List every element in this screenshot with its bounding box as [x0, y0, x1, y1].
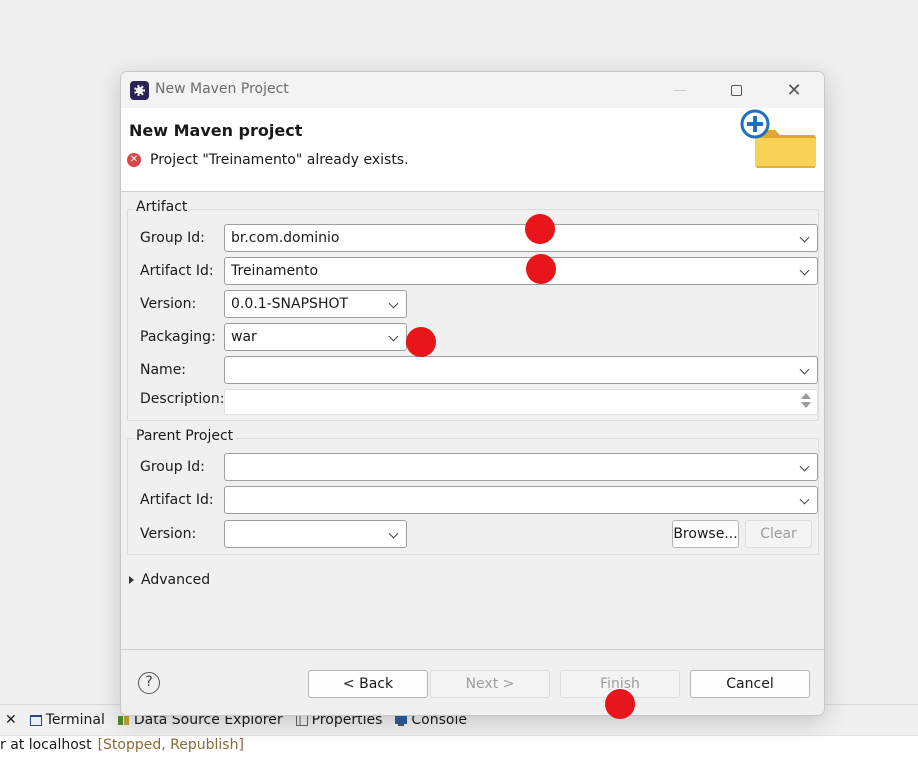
error-message: Project "Treinamento" already exists. [150, 152, 409, 168]
artifact-id-label: Artifact Id: [140, 263, 214, 279]
chevron-down-icon [799, 265, 810, 276]
chevron-down-icon [799, 232, 810, 243]
parent-version-combo[interactable] [224, 520, 407, 548]
server-name: r at localhost [0, 737, 92, 753]
eclipse-icon [130, 81, 149, 100]
next-button: Next > [430, 670, 550, 698]
maximize-button[interactable] [713, 72, 759, 108]
chevron-down-icon [388, 331, 399, 342]
advanced-expander[interactable]: Advanced [129, 572, 210, 588]
minimize-icon [674, 89, 686, 91]
annotation-marker [525, 214, 555, 244]
back-button[interactable]: < Back [308, 670, 428, 698]
annotation-marker [526, 254, 556, 284]
scroll-up-icon [801, 393, 811, 399]
chevron-down-icon [799, 461, 810, 472]
artifact-id-value: Treinamento [231, 263, 319, 279]
tab-terminal-label: Terminal [45, 712, 105, 728]
title-bar[interactable]: New Maven Project ✕ [121, 72, 824, 108]
window-title: New Maven Project [155, 81, 289, 97]
advanced-label: Advanced [141, 572, 211, 588]
expand-triangle-icon [129, 576, 134, 584]
parent-project-group: Parent Project Group Id: Artifact Id: Ve… [127, 428, 819, 555]
group-id-value: br.com.dominio [231, 230, 340, 246]
chevron-down-icon [388, 298, 399, 309]
name-label: Name: [140, 362, 187, 378]
artifact-group: Artifact Group Id: br.com.dominio Artifa… [127, 199, 819, 421]
server-state: [Stopped, Republish] [97, 737, 244, 753]
parent-group-id-label: Group Id: [140, 459, 205, 475]
scroll-down-icon [801, 402, 811, 408]
clear-button: Clear [745, 520, 812, 548]
maximize-icon [730, 84, 742, 96]
terminal-icon [29, 714, 43, 727]
close-window-button[interactable]: ✕ [771, 72, 817, 108]
annotation-marker [605, 689, 635, 719]
description-label: Description: [140, 391, 225, 407]
parent-group-label: Parent Project [135, 428, 237, 444]
minimize-button [657, 72, 703, 108]
page-title: New Maven project [129, 121, 303, 140]
packaging-label: Packaging: [140, 329, 216, 345]
footer-separator [121, 649, 824, 650]
new-maven-project-dialog: New Maven Project ✕ New Maven project ✕ … [120, 71, 825, 716]
version-combo[interactable]: 0.0.1-SNAPSHOT [224, 290, 407, 318]
error-icon: ✕ [127, 153, 141, 167]
version-label: Version: [140, 296, 197, 312]
packaging-value: war [231, 329, 257, 345]
description-field[interactable] [224, 389, 818, 415]
parent-artifact-id-combo[interactable] [224, 486, 818, 514]
close-icon: ✕ [786, 79, 802, 101]
wizard-header: New Maven project ✕ Project "Treinamento… [121, 108, 824, 192]
version-value: 0.0.1-SNAPSHOT [231, 296, 349, 312]
chevron-down-icon [799, 494, 810, 505]
close-icon[interactable]: ✕ [5, 712, 17, 728]
artifact-id-combo[interactable]: Treinamento [224, 257, 818, 285]
group-id-label: Group Id: [140, 230, 205, 246]
server-status-line: r at localhost [Stopped, Republish] [0, 735, 918, 772]
annotation-marker [406, 327, 436, 357]
cancel-button[interactable]: Cancel [690, 670, 810, 698]
tab-terminal[interactable]: Terminal [29, 712, 105, 728]
group-id-combo[interactable]: br.com.dominio [224, 224, 818, 252]
parent-version-label: Version: [140, 526, 197, 542]
name-combo[interactable] [224, 356, 818, 384]
artifact-group-label: Artifact [135, 199, 191, 215]
browse-button[interactable]: Browse... [672, 520, 739, 548]
parent-artifact-id-label: Artifact Id: [140, 492, 214, 508]
chevron-down-icon [799, 364, 810, 375]
help-icon[interactable]: ? [138, 672, 160, 694]
chevron-down-icon [388, 528, 399, 539]
packaging-combo[interactable]: war [224, 323, 407, 351]
new-folder-plus-icon [740, 109, 816, 168]
parent-group-id-combo[interactable] [224, 453, 818, 481]
description-scroll-arrows[interactable] [800, 392, 812, 412]
